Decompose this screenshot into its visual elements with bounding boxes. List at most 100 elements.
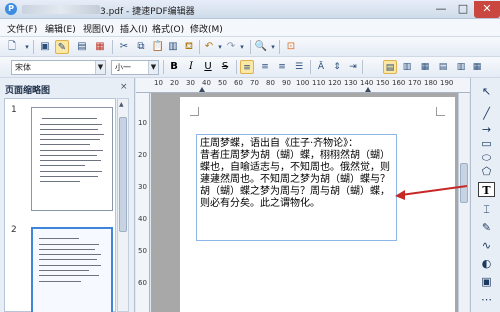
ellipse-tool-icon[interactable]: ⬭ (478, 150, 495, 165)
bold-button[interactable]: B (167, 60, 181, 74)
thumb-text-line (40, 124, 102, 125)
menu-modify[interactable]: 修改(M) (190, 22, 223, 35)
image-tool-icon[interactable]: ▣ (478, 274, 495, 289)
page-thumbnail-1[interactable] (31, 107, 113, 211)
text-layout-left-icon[interactable]: ▤ (383, 60, 397, 74)
paste-icon[interactable]: 📋 (151, 40, 165, 54)
annotation-arrow-head (395, 190, 405, 200)
ruler-label: 130 (344, 79, 358, 87)
text-line[interactable]: 则必有分矣。此之谓物化。 (200, 198, 320, 210)
copy-icon[interactable]: ⧉ (134, 40, 148, 54)
ruler-label: 100 (296, 79, 310, 87)
ruler-left-indent-marker[interactable] (199, 87, 205, 92)
scroll-up-icon[interactable]: ▲ (119, 101, 124, 108)
zoom-dropdown-icon[interactable]: ▾ (266, 40, 280, 54)
thumb-text-line (40, 129, 98, 130)
page-thumbnail-2[interactable] (31, 227, 113, 312)
thumb-text-line (40, 165, 85, 166)
toolbar-divider (279, 40, 280, 54)
rectangle-tool-icon[interactable]: ▭ (478, 136, 495, 151)
align-left-icon[interactable]: ≡ (240, 60, 254, 74)
ruler-label: 50 (138, 247, 147, 255)
thumbnail-panel: 页面缩略图 × 1 2 ▲ (0, 78, 135, 312)
more-tools-icon[interactable]: ⋯ (478, 292, 495, 307)
ruler-label: 110 (312, 79, 326, 87)
align-center-icon[interactable]: ≡ (258, 60, 272, 74)
ruler-right-indent-marker[interactable] (365, 87, 371, 92)
text-line[interactable]: 蝶也，自喻适志与，不知周也。俄然觉，则 (200, 162, 390, 174)
text-line[interactable]: 蘧蘧然周也。不知周之梦为胡（蝴）蝶与？ (200, 174, 390, 186)
thumb-text-line (39, 249, 95, 250)
thumbnail-scrollbar[interactable]: ▲ (117, 98, 129, 312)
thumb-text-line (40, 139, 100, 140)
menu-format[interactable]: 格式(O) (152, 22, 184, 35)
chevron-down-icon[interactable]: ▼ (148, 61, 158, 74)
thumbnail-panel-title: 页面缩略图 (5, 86, 51, 96)
columns-icon[interactable]: ▥ (454, 60, 468, 74)
font-name-select[interactable]: 宋体 ▼ (11, 60, 106, 75)
save-icon[interactable]: ▣ (38, 40, 52, 54)
curve-tool-icon[interactable]: ∿ (478, 238, 495, 253)
highlight-tool-icon[interactable]: ◐ (478, 256, 495, 271)
close-icon[interactable]: × (120, 82, 128, 92)
stamp-icon[interactable]: ⊡ (284, 40, 298, 54)
menu-file[interactable]: 文件(F) (7, 22, 37, 35)
paste-special-icon[interactable]: ▥ (166, 40, 180, 54)
minimize-button[interactable]: — (430, 1, 452, 18)
underline-button[interactable]: U (201, 60, 215, 74)
close-button[interactable]: ✕ (474, 1, 500, 18)
format-painter-icon[interactable]: ⛾ (182, 40, 196, 54)
text-layout-center-icon[interactable]: ▥ (400, 60, 414, 74)
ruler-label: 190 (440, 79, 454, 87)
indent-icon[interactable]: ⇥ (346, 60, 360, 74)
ruler-label: 90 (282, 79, 291, 87)
new-document-icon[interactable]: 🗋 (5, 40, 19, 54)
text-layout-justify-icon[interactable]: ▤ (436, 60, 450, 74)
pencil-tool-icon[interactable]: ✎ (478, 220, 495, 235)
page-number: 1 (11, 105, 17, 115)
new-dropdown-arrow-icon[interactable]: ▾ (20, 40, 34, 54)
ruler-label: 60 (138, 279, 147, 287)
strikethrough-button[interactable]: S (218, 60, 232, 74)
font-size-select[interactable]: 小一 ▼ (111, 60, 159, 75)
text-tool-icon[interactable]: T (478, 182, 495, 197)
page-corner-mark (436, 107, 445, 116)
chevron-down-icon[interactable]: ▼ (95, 61, 105, 74)
text-layout-right-icon[interactable]: ▦ (418, 60, 432, 74)
polygon-tool-icon[interactable]: ⬠ (478, 164, 495, 179)
text-line[interactable]: 昔者庄周梦为胡（蝴）蝶，栩栩然胡（蝴） (200, 150, 390, 162)
annotation-arrow (395, 185, 468, 200)
text-line[interactable]: 庄周梦蝶，语出自《庄子·齐物论》： (200, 138, 358, 150)
italic-button[interactable]: I (184, 60, 198, 74)
text-edit-box[interactable]: 庄周梦蝶，语出自《庄子·齐物论》： 昔者庄周梦为胡（蝴）蝶，栩栩然胡（蝴） 蝶也… (196, 134, 397, 241)
align-right-icon[interactable]: ≡ (275, 60, 289, 74)
menu-insert[interactable]: 插入(I) (120, 22, 148, 35)
menu-edit[interactable]: 编辑(E) (45, 22, 76, 35)
edit-pen-icon[interactable]: ✎ (55, 40, 69, 54)
vertical-ruler: 10 20 30 40 50 60 (136, 93, 150, 312)
cut-icon[interactable]: ✂ (117, 40, 131, 54)
maximize-button[interactable]: □ (452, 1, 474, 18)
more-layout-icon[interactable]: ▦ (470, 60, 484, 74)
thumb-text-line (40, 171, 102, 172)
ruler-label: 30 (138, 183, 147, 191)
ruler-label: 20 (138, 151, 147, 159)
text-color-icon[interactable]: Ā (314, 60, 328, 74)
line-tool-icon[interactable]: ╱ (478, 106, 495, 121)
select-cursor-icon[interactable]: ↖ (478, 84, 495, 99)
line-spacing-icon[interactable]: ⇕ (330, 60, 344, 74)
arrow-line-tool-icon[interactable]: → (478, 122, 495, 137)
open-folder-icon[interactable]: ▤ (75, 40, 89, 54)
scrollbar-thumb[interactable] (119, 117, 127, 232)
toolbar-divider (33, 40, 34, 54)
thumb-text-line (40, 181, 80, 182)
thumb-text-line (39, 275, 99, 276)
redo-dropdown-icon[interactable]: ▾ (235, 40, 249, 54)
export-pdf-icon[interactable]: ▦ (93, 40, 107, 54)
text-box-tool-icon[interactable]: ⌶ (478, 202, 495, 217)
text-line[interactable]: 胡（蝴）蝶之梦为周与？周与胡（蝴）蝶， (200, 186, 390, 198)
align-justify-icon[interactable]: ☰ (292, 60, 306, 74)
menu-view[interactable]: 视图(V) (83, 22, 114, 35)
ruler-label: 10 (154, 79, 163, 87)
ruler-label: 40 (138, 215, 147, 223)
